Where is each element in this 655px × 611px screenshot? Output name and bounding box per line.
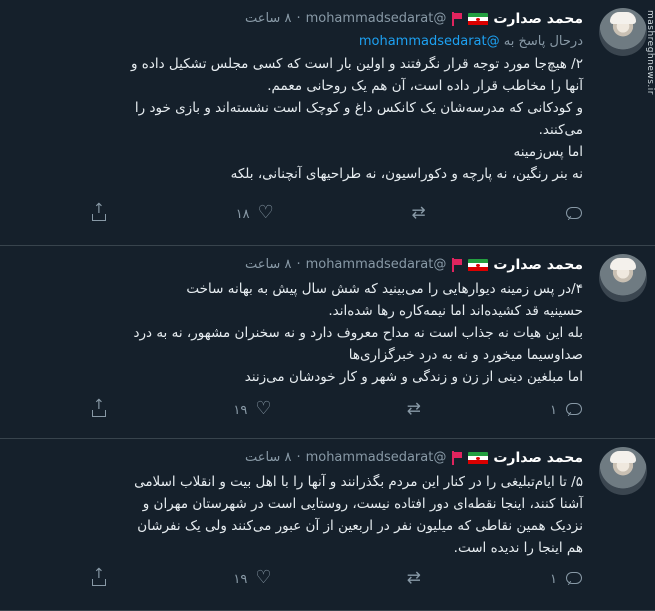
tweet[interactable]: محمد صدارت @mohammadsedarat · ۸ ساعت ۵/ … [0, 439, 655, 611]
reply-button[interactable]: ۱ [550, 571, 583, 587]
like-button[interactable]: ۱۸ [235, 202, 276, 223]
tweet-line: نه بنر رنگین، نه پارچه و دکوراسیون، نه ط… [230, 166, 583, 182]
author-handle[interactable]: @mohammadsedarat [306, 256, 447, 274]
share-button[interactable] [90, 201, 108, 222]
share-icon [90, 397, 108, 418]
reply-button[interactable]: ۱ [550, 402, 583, 418]
tweet-text: ۵/ تا ایام‌تبلیغی را در کنار این مردم بگ… [12, 471, 583, 559]
tweet-line: صداوسیما میخورد و نه به درد خبرگزاری‌ها [348, 347, 583, 363]
tweet-time[interactable]: ۸ ساعت [245, 449, 292, 467]
tweet-line: آشنا کنند، اینجا نقطه‌ای دور افتاده نیست… [142, 496, 583, 512]
reply-handle-link[interactable]: @mohammadsedarat [359, 34, 500, 49]
share-icon [90, 566, 108, 587]
separator-dot: · [296, 11, 301, 26]
iran-flag-icon [468, 12, 489, 26]
retweet-icon [407, 568, 425, 588]
iran-flag-icon [468, 258, 489, 272]
author-name[interactable]: محمد صدارت [493, 449, 583, 467]
tweet-line: ۵/ تا ایام‌تبلیغی را در کنار این مردم بگ… [134, 474, 583, 490]
tweet-header: محمد صدارت @mohammadsedarat · ۸ ساعت [12, 449, 583, 467]
like-button[interactable]: ۱۹ [233, 398, 273, 419]
tweet-header: محمد صدارت @mohammadsedarat · ۸ ساعت [12, 10, 583, 28]
reply-context: درحال پاسخ به @mohammadsedarat [12, 34, 583, 49]
reply-prefix: درحال پاسخ به [503, 34, 583, 49]
retweet-icon [411, 203, 429, 223]
avatar[interactable] [599, 254, 647, 302]
reply-count: ۱ [550, 571, 557, 587]
reply-icon [565, 206, 583, 222]
retweet-button[interactable] [399, 568, 425, 588]
tweet-line: اما پس‌زمینه [513, 144, 584, 160]
iran-flag-icon [468, 451, 489, 465]
separator-dot: · [296, 450, 301, 465]
like-count: ۱۹ [233, 571, 248, 587]
tweet-line: اما مبلغین دینی از زن و زندگی و شهر و کا… [244, 369, 583, 385]
reply-button[interactable] [557, 206, 583, 222]
share-icon [90, 201, 108, 222]
like-count: ۱۹ [233, 402, 248, 418]
avatar[interactable] [599, 8, 647, 56]
tweet-time[interactable]: ۸ ساعت [245, 10, 292, 28]
like-icon [255, 567, 273, 588]
tweet-line: و کودکانی که مدرسه‌شان یک کانکس داغ و کو… [134, 100, 583, 116]
tweet-line: ۴/در پس زمینه دیوارهایی را می‌بینید که ش… [186, 281, 583, 297]
separator-dot: · [296, 257, 301, 272]
tweet[interactable]: محمد صدارت @mohammadsedarat · ۸ ساعت درح… [0, 0, 655, 246]
like-icon [255, 398, 273, 419]
tweet[interactable]: محمد صدارت @mohammadsedarat · ۸ ساعت ۴/د… [0, 246, 655, 439]
like-button[interactable]: ۱۹ [233, 567, 273, 588]
share-button[interactable] [90, 397, 108, 418]
like-icon [258, 202, 276, 223]
pin-flag-icon [451, 258, 463, 272]
tweet-text: ۴/در پس زمینه دیوارهایی را می‌بینید که ش… [12, 278, 583, 388]
tweet-line: می‌کنند. [538, 122, 583, 138]
retweet-button[interactable] [403, 203, 429, 223]
tweet-line: ۲/ هیچ‌جا مورد توجه قرار نگرفتند و اولین… [130, 56, 583, 72]
reply-icon [565, 571, 583, 587]
tweet-line: نزدیک همین نقاطی که میلیون نفر در اربعین… [137, 518, 583, 534]
retweet-button[interactable] [399, 399, 425, 419]
tweet-actions: ۱ ۱۹ [90, 397, 583, 419]
author-handle[interactable]: @mohammadsedarat [306, 10, 447, 28]
reply-icon [565, 402, 583, 418]
avatar[interactable] [599, 447, 647, 495]
like-count: ۱۸ [235, 206, 250, 222]
tweet-header: محمد صدارت @mohammadsedarat · ۸ ساعت [12, 256, 583, 274]
author-name[interactable]: محمد صدارت [493, 256, 583, 274]
retweet-icon [407, 399, 425, 419]
tweet-line: حسینیه قد کشیده‌اند اما نیمه‌کاره رها شد… [328, 303, 583, 319]
tweet-time[interactable]: ۸ ساعت [245, 256, 292, 274]
author-handle[interactable]: @mohammadsedarat [306, 449, 447, 467]
tweet-line: بله این هیات نه جذاب است نه مداح معروف د… [133, 325, 583, 341]
tweet-line: هم اینجا را ندیده است. [453, 540, 583, 556]
author-name[interactable]: محمد صدارت [493, 10, 583, 28]
reply-count: ۱ [550, 402, 557, 418]
pin-flag-icon [451, 451, 463, 465]
tweet-actions: ۱۸ [90, 201, 583, 223]
tweet-actions: ۱ ۱۹ [90, 566, 583, 588]
tweet-line: آنها را مخاطب قرار داده است، آن هم یک رو… [267, 78, 583, 94]
share-button[interactable] [90, 566, 108, 587]
tweet-text: ۲/ هیچ‌جا مورد توجه قرار نگرفتند و اولین… [12, 53, 583, 185]
pin-flag-icon [451, 12, 463, 26]
